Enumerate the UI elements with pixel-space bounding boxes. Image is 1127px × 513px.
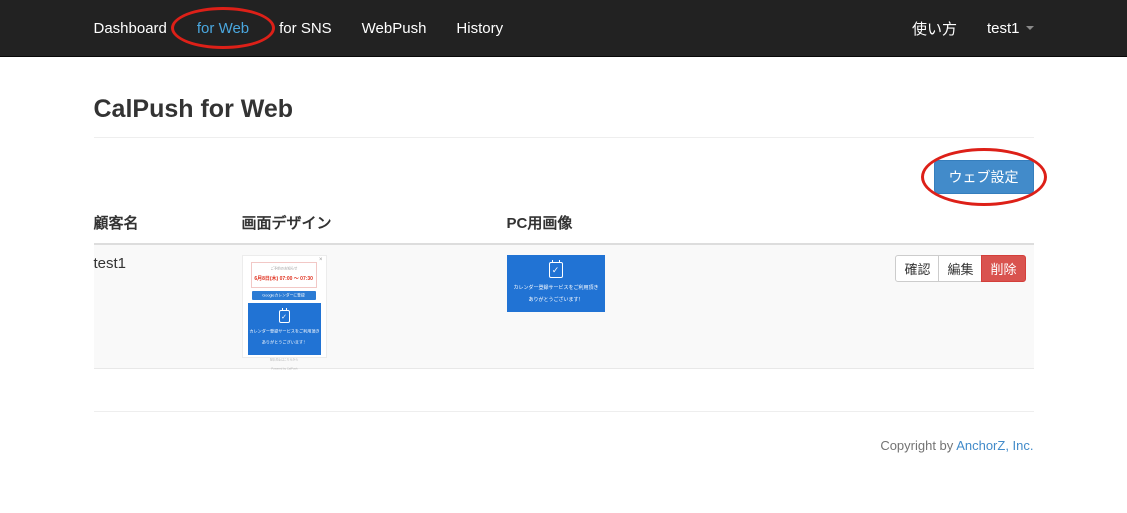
row-actions: 確認 編集 削除 xyxy=(895,255,1025,282)
user-dropdown-toggle[interactable]: test1 xyxy=(972,0,1034,56)
user-nav: 使い方 test1 xyxy=(897,0,1034,56)
actions-cell: 確認 編集 削除 xyxy=(864,244,1034,369)
company-link[interactable]: AnchorZ, Inc. xyxy=(956,438,1033,453)
web-settings-button[interactable]: ウェブ設定 xyxy=(934,160,1034,194)
copyright-text: Copyright by xyxy=(880,438,956,453)
chevron-down-icon xyxy=(1026,26,1034,30)
edit-button[interactable]: 編集 xyxy=(938,255,982,282)
preview-thanks-panel: ✓ カレンダー登録サービスをご利用頂き ありがとうございます！ xyxy=(248,303,321,355)
customer-name-cell: test1 xyxy=(94,244,234,369)
preview-notice-box: ご予約のお知らせ 6月8日(木) 07:00 〜 07:30 xyxy=(251,262,317,288)
pc-image-preview: ✓ カレンダー登録サービスをご利用頂き ありがとうございます！ xyxy=(507,255,605,312)
confirm-button[interactable]: 確認 xyxy=(895,255,939,282)
top-navbar: Dashboard for Web for SNS WebPush Histor… xyxy=(0,0,1127,57)
header-pc-image: PC用画像 xyxy=(499,204,864,244)
table-row: test1 × ご予約のお知らせ 6月8日(木) 07:00 〜 07:30 G… xyxy=(94,244,1034,369)
header-actions xyxy=(864,204,1034,244)
nav-item-webpush[interactable]: WebPush xyxy=(347,0,442,56)
pc-image-cell: ✓ カレンダー登録サービスをご利用頂き ありがとうございます！ xyxy=(499,244,864,369)
nav-item-history[interactable]: History xyxy=(441,0,518,56)
screen-design-preview: × ご予約のお知らせ 6月8日(木) 07:00 〜 07:30 Googleカ… xyxy=(242,255,327,358)
nav-item-for-sns[interactable]: for SNS xyxy=(264,0,347,56)
close-icon: × xyxy=(319,257,323,263)
footer: Copyright by AnchorZ, Inc. xyxy=(94,412,1034,453)
nav-item-for-web[interactable]: for Web xyxy=(182,0,264,56)
preview-gcal-button: Googleカレンダーに登録 xyxy=(252,291,316,300)
calendar-check-icon: ✓ xyxy=(279,310,290,323)
header-screen-design: 画面デザイン xyxy=(234,204,499,244)
user-name-label: test1 xyxy=(987,20,1020,37)
toolbar: ウェブ設定 xyxy=(94,138,1034,194)
nav-item-dashboard[interactable]: Dashboard xyxy=(94,0,182,56)
nav-item-help[interactable]: 使い方 xyxy=(897,0,972,56)
customers-table: 顧客名 画面デザイン PC用画像 test1 × ご予約のお知らせ 6月8日(木… xyxy=(94,204,1034,369)
calendar-check-icon: ✓ xyxy=(549,262,563,278)
nav-item-for-web-label: for Web xyxy=(197,20,249,37)
screen-design-cell: × ご予約のお知らせ 6月8日(木) 07:00 〜 07:30 Googleカ… xyxy=(234,244,499,369)
main-content: CalPush for Web ウェブ設定 顧客名 画面デザイン PC用画像 t… xyxy=(79,95,1049,453)
header-customer-name: 顧客名 xyxy=(94,204,234,244)
main-nav: Dashboard for Web for SNS WebPush Histor… xyxy=(94,0,519,56)
delete-button[interactable]: 削除 xyxy=(981,255,1025,282)
page-title: CalPush for Web xyxy=(94,95,1034,124)
table-header-row: 顧客名 画面デザイン PC用画像 xyxy=(94,204,1034,244)
